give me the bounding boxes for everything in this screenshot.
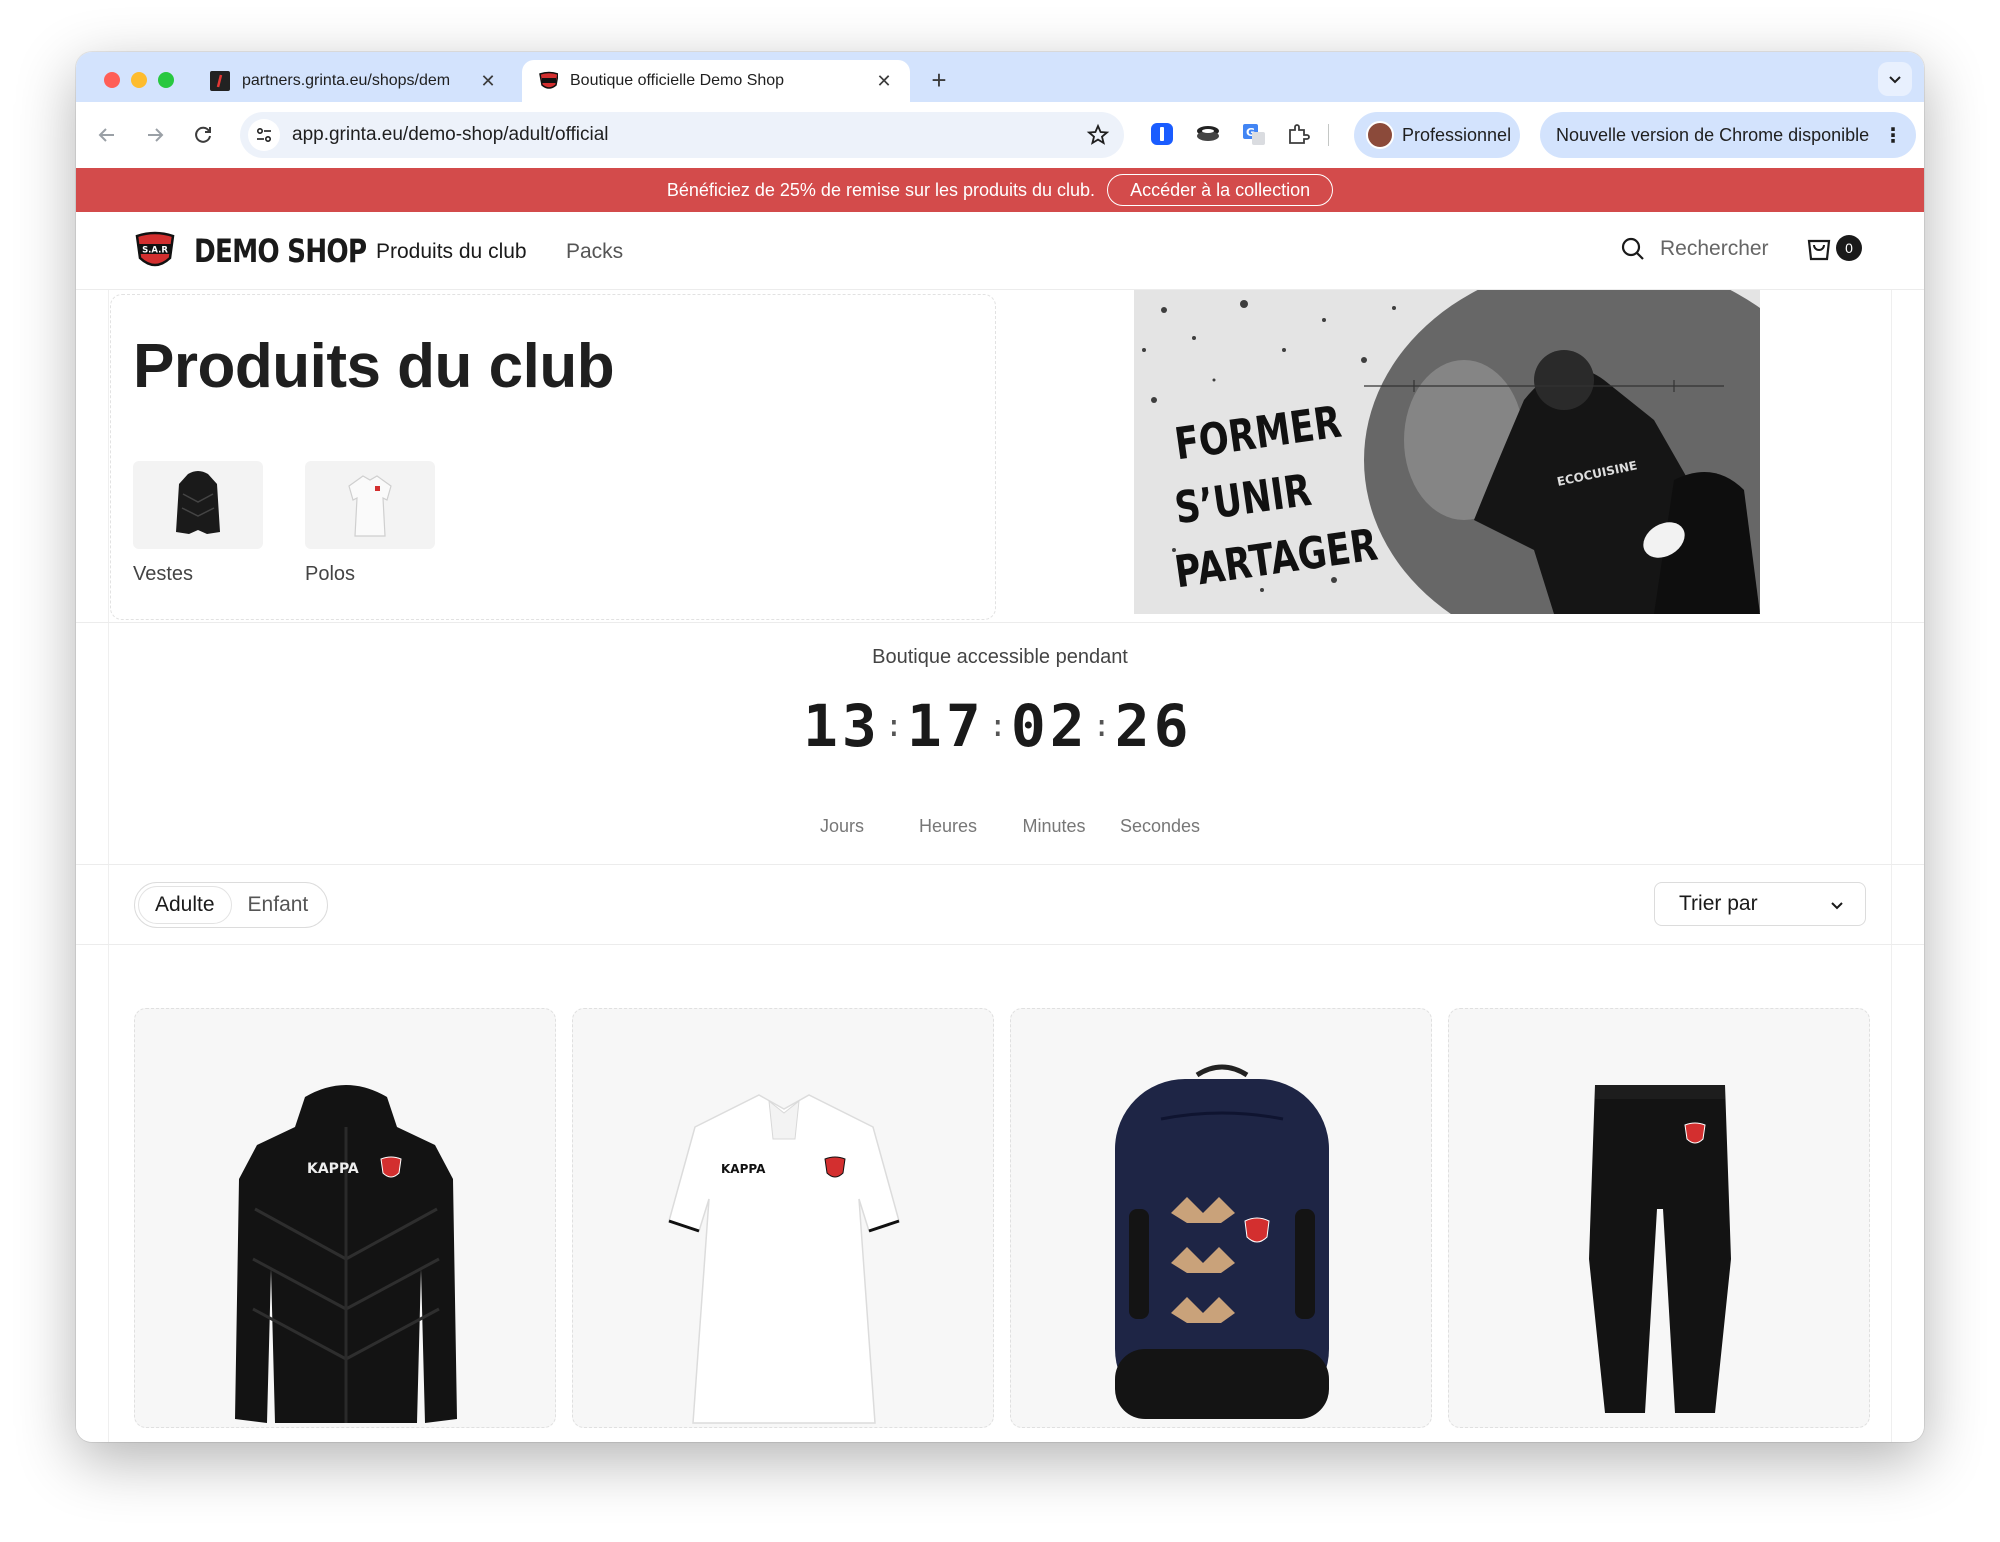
- announcement-bar: Bénéficiez de 25% de remise sur les prod…: [76, 168, 1924, 212]
- unit-hours: Heures: [918, 816, 978, 836]
- new-tab-icon[interactable]: +: [924, 66, 954, 94]
- browser-window: partners.grinta.eu/shops/dem ✕ Boutique …: [76, 52, 1924, 1442]
- category-vestes[interactable]: Vestes: [133, 461, 263, 586]
- pants-image: [1589, 1085, 1731, 1413]
- unit-days: Jours: [819, 816, 864, 836]
- search-icon: [1621, 237, 1644, 260]
- colon-separator: :: [1092, 708, 1111, 744]
- filter-bar: Adulte Enfant Trier par: [76, 868, 1924, 932]
- tab-title: partners.grinta.eu/shops/dem: [242, 72, 451, 89]
- chrome-update-button[interactable]: Nouvelle version de Chrome disponible ⋮: [1540, 112, 1916, 158]
- url-text: app.grinta.eu/demo-shop/adult/official: [292, 124, 609, 145]
- countdown-days: 13: [803, 692, 881, 760]
- maximize-window-button[interactable]: [158, 72, 174, 88]
- countdown-label: Boutique accessible pendant: [872, 646, 1128, 668]
- profile-button[interactable]: Professionnel: [1354, 112, 1520, 158]
- unit-seconds: Secondes: [1119, 816, 1201, 836]
- tab-strip: partners.grinta.eu/shops/dem ✕ Boutique …: [76, 52, 1924, 102]
- cart-button[interactable]: 0: [1806, 234, 1862, 262]
- extension-stack-icon[interactable]: [1194, 120, 1222, 148]
- column-guide: [108, 290, 109, 1442]
- countdown-hours: 17: [906, 692, 985, 760]
- category-label: Polos: [305, 563, 356, 585]
- polo-image: KAPPA: [668, 1094, 900, 1424]
- chevron-down-icon: [1889, 76, 1901, 84]
- nav-packs[interactable]: Packs: [566, 240, 623, 264]
- search-label: Rechercher: [1660, 237, 1769, 260]
- reload-icon: [195, 126, 211, 143]
- countdown-timer: 13 : 17 : 02 : 26: [803, 692, 1193, 760]
- shopping-bag-icon: [1807, 239, 1831, 261]
- avatar: [1366, 121, 1394, 149]
- svg-text:S.A.R: S.A.R: [142, 246, 168, 256]
- segment-enfant[interactable]: Enfant: [232, 886, 325, 924]
- reload-button[interactable]: [188, 120, 218, 150]
- kebab-menu-icon[interactable]: ⋮: [1883, 123, 1903, 148]
- extension-translate-icon[interactable]: G: [1240, 120, 1268, 148]
- segment-adulte[interactable]: Adulte: [138, 886, 232, 924]
- countdown-seconds: 26: [1114, 692, 1193, 760]
- collection-button[interactable]: Accéder à la collection: [1107, 174, 1334, 206]
- product-card-jacket[interactable]: KAPPA: [134, 1008, 556, 1428]
- divider: [76, 944, 1924, 945]
- site-settings-icon[interactable]: [248, 119, 280, 151]
- product-card-pants[interactable]: [1448, 1008, 1870, 1428]
- forward-button[interactable]: [140, 120, 170, 150]
- extension-1password-icon[interactable]: [1148, 120, 1176, 148]
- divider: [76, 622, 1924, 623]
- product-card-polo[interactable]: KAPPA: [572, 1008, 994, 1428]
- product-card-backpack[interactable]: [1010, 1008, 1432, 1428]
- club-favicon-icon: [538, 71, 558, 91]
- category-polos[interactable]: Polos: [305, 461, 435, 586]
- arrow-left-icon: [98, 128, 114, 142]
- arrow-right-icon: [148, 128, 164, 142]
- svg-text:KAPPA: KAPPA: [307, 1161, 359, 1177]
- jacket-image: KAPPA: [235, 1085, 457, 1423]
- chevron-down-icon: [1831, 902, 1843, 910]
- extensions-puzzle-icon[interactable]: [1284, 120, 1312, 148]
- page-content: Produits du club Vestes Polos ECOCUISINE…: [76, 290, 1924, 1442]
- audience-toggle: Adulte Enfant: [134, 882, 329, 928]
- colon-separator: :: [988, 708, 1007, 744]
- cart-count-badge: 0: [1836, 235, 1862, 261]
- tab-search-button[interactable]: [1878, 62, 1912, 96]
- announcement-text: Bénéficiez de 25% de remise sur les prod…: [666, 179, 1096, 200]
- minimize-window-button[interactable]: [131, 72, 147, 88]
- back-button[interactable]: [92, 120, 122, 150]
- jacket-icon: [133, 461, 263, 549]
- hero-card: Produits du club Vestes Polos: [110, 294, 996, 620]
- close-window-button[interactable]: [104, 72, 120, 88]
- club-logo[interactable]: S.A.R: [134, 230, 176, 272]
- tab-boutique[interactable]: Boutique officielle Demo Shop ✕: [522, 60, 910, 102]
- tab-partners[interactable]: partners.grinta.eu/shops/dem ✕: [194, 60, 514, 102]
- sort-dropdown[interactable]: Trier par: [1654, 882, 1866, 926]
- backpack-image: [1115, 1064, 1329, 1419]
- toolbar-divider: [1328, 124, 1329, 146]
- profile-label: Professionnel: [1402, 124, 1512, 145]
- sort-label: Trier par: [1679, 892, 1758, 915]
- search-button[interactable]: Rechercher: [1620, 236, 1769, 262]
- nav-produits-du-club[interactable]: Produits du club: [376, 240, 527, 264]
- polo-icon: [305, 461, 435, 549]
- unit-minutes: Minutes: [1022, 816, 1086, 836]
- bookmark-star-icon[interactable]: [1086, 123, 1110, 152]
- update-label: Nouvelle version de Chrome disponible: [1556, 124, 1870, 145]
- column-guide: [1891, 290, 1892, 1442]
- club-banner-image: ECOCUISINE FORMER S’UNIR PARTAGER: [1134, 290, 1760, 614]
- tab-close-icon[interactable]: ✕: [478, 71, 498, 92]
- countdown-minutes: 02: [1010, 692, 1089, 760]
- grinta-favicon-icon: [210, 71, 230, 91]
- browser-toolbar: app.grinta.eu/demo-shop/adult/official G…: [76, 102, 1924, 168]
- colon-separator: :: [884, 708, 903, 744]
- brand-name[interactable]: DEMO SHOP: [194, 232, 367, 270]
- tab-title: Boutique officielle Demo Shop: [570, 72, 785, 89]
- site-header: S.A.R DEMO SHOP Produits du club Packs R…: [76, 212, 1924, 290]
- tab-close-icon[interactable]: ✕: [874, 71, 894, 92]
- svg-text:KAPPA: KAPPA: [721, 1162, 766, 1176]
- divider: [76, 864, 1924, 865]
- address-bar[interactable]: app.grinta.eu/demo-shop/adult/official: [240, 112, 1124, 158]
- page-title: Produits du club: [133, 332, 615, 401]
- category-label: Vestes: [133, 563, 194, 585]
